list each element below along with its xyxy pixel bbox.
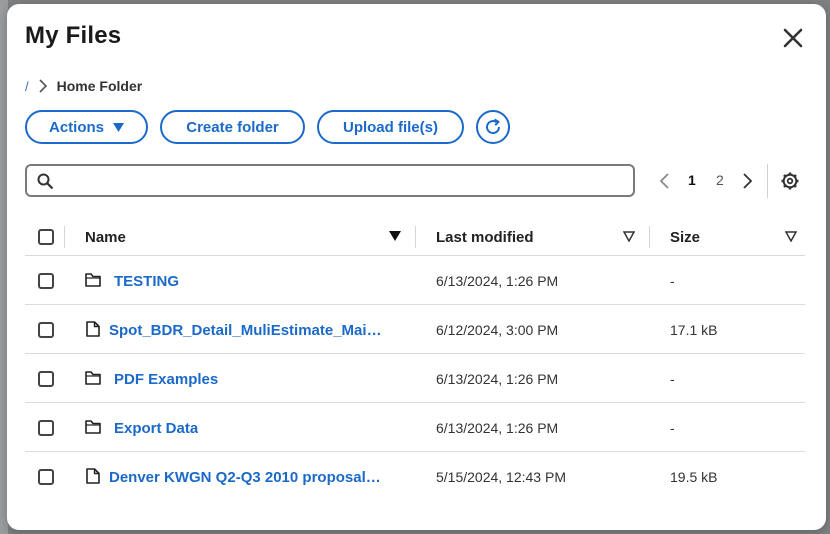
breadcrumb-root[interactable]: / xyxy=(25,79,29,94)
search-input[interactable] xyxy=(63,170,623,192)
last-modified-cell: 6/13/2024, 1:26 PM xyxy=(436,273,559,289)
table-row[interactable]: Denver KWGN Q2-Q3 2010 proposal… 5/15/20… xyxy=(25,452,805,501)
size-cell: 17.1 kB xyxy=(670,322,718,338)
toolbar-divider xyxy=(767,164,768,198)
column-divider xyxy=(64,226,65,248)
search-icon xyxy=(37,173,53,189)
close-button[interactable] xyxy=(779,24,807,52)
page-2-link[interactable]: 2 xyxy=(716,172,724,188)
column-divider xyxy=(649,226,650,248)
file-name-link[interactable]: Export Data xyxy=(114,420,198,437)
column-divider xyxy=(415,226,416,248)
breadcrumb-home-folder[interactable]: Home Folder xyxy=(57,78,143,94)
sort-unsorted-icon[interactable] xyxy=(785,231,797,242)
page-1-link[interactable]: 1 xyxy=(688,172,696,188)
my-files-dialog: My Files / Home Folder Actions Create fo… xyxy=(7,4,826,530)
actions-button[interactable]: Actions xyxy=(25,110,148,144)
row-checkbox[interactable] xyxy=(38,371,54,387)
row-checkbox[interactable] xyxy=(38,420,54,436)
table-row[interactable]: PDF Examples 6/13/2024, 1:26 PM - xyxy=(25,354,805,403)
files-table: Name Last modified Size TESTING 6/13/202… xyxy=(25,216,805,501)
row-checkbox[interactable] xyxy=(38,322,54,338)
file-icon xyxy=(86,321,100,337)
refresh-icon xyxy=(486,118,501,135)
last-modified-cell: 6/12/2024, 3:00 PM xyxy=(436,322,559,338)
file-name-link[interactable]: Spot_BDR_Detail_MuliEstimate_Mai… xyxy=(109,322,382,339)
close-icon xyxy=(783,28,803,48)
table-row[interactable]: Spot_BDR_Detail_MuliEstimate_Mai… 6/12/2… xyxy=(25,305,805,354)
create-folder-button[interactable]: Create folder xyxy=(160,110,305,144)
column-header-last-modified[interactable]: Last modified xyxy=(436,229,534,246)
column-header-size[interactable]: Size xyxy=(670,229,700,246)
column-header-name[interactable]: Name xyxy=(85,229,126,246)
row-checkbox[interactable] xyxy=(38,469,54,485)
search-box xyxy=(25,164,635,197)
actions-label: Actions xyxy=(48,118,104,136)
chevron-left-icon[interactable] xyxy=(657,172,673,190)
gear-icon xyxy=(781,172,799,190)
size-cell: - xyxy=(670,371,675,387)
settings-button[interactable] xyxy=(780,171,800,191)
dialog-title: My Files xyxy=(25,22,122,49)
row-checkbox[interactable] xyxy=(38,273,54,289)
refresh-button[interactable] xyxy=(476,110,510,144)
folder-icon xyxy=(85,420,101,434)
file-name-link[interactable]: PDF Examples xyxy=(114,371,218,388)
file-icon xyxy=(86,468,100,484)
chevron-right-icon xyxy=(39,79,47,93)
select-all-checkbox[interactable] xyxy=(38,229,54,245)
last-modified-cell: 6/13/2024, 1:26 PM xyxy=(436,371,559,387)
last-modified-cell: 6/13/2024, 1:26 PM xyxy=(436,420,559,436)
sort-unsorted-icon[interactable] xyxy=(623,231,635,242)
size-cell: - xyxy=(670,420,675,436)
size-cell: - xyxy=(670,273,675,289)
last-modified-cell: 5/15/2024, 12:43 PM xyxy=(436,469,566,485)
file-name-link[interactable]: Denver KWGN Q2-Q3 2010 proposal… xyxy=(109,469,381,486)
size-cell: 19.5 kB xyxy=(670,469,718,485)
table-row[interactable]: Export Data 6/13/2024, 1:26 PM - xyxy=(25,403,805,452)
folder-icon xyxy=(85,371,101,385)
upload-files-button[interactable]: Upload file(s) xyxy=(317,110,464,144)
folder-icon xyxy=(85,273,101,287)
chevron-right-icon[interactable] xyxy=(739,172,755,190)
table-header: Name Last modified Size xyxy=(25,216,805,256)
breadcrumb: / Home Folder xyxy=(25,77,142,95)
caret-down-icon xyxy=(113,122,124,132)
sort-descending-icon[interactable] xyxy=(389,231,401,242)
file-name-link[interactable]: TESTING xyxy=(114,273,179,290)
table-row[interactable]: TESTING 6/13/2024, 1:26 PM - xyxy=(25,256,805,305)
